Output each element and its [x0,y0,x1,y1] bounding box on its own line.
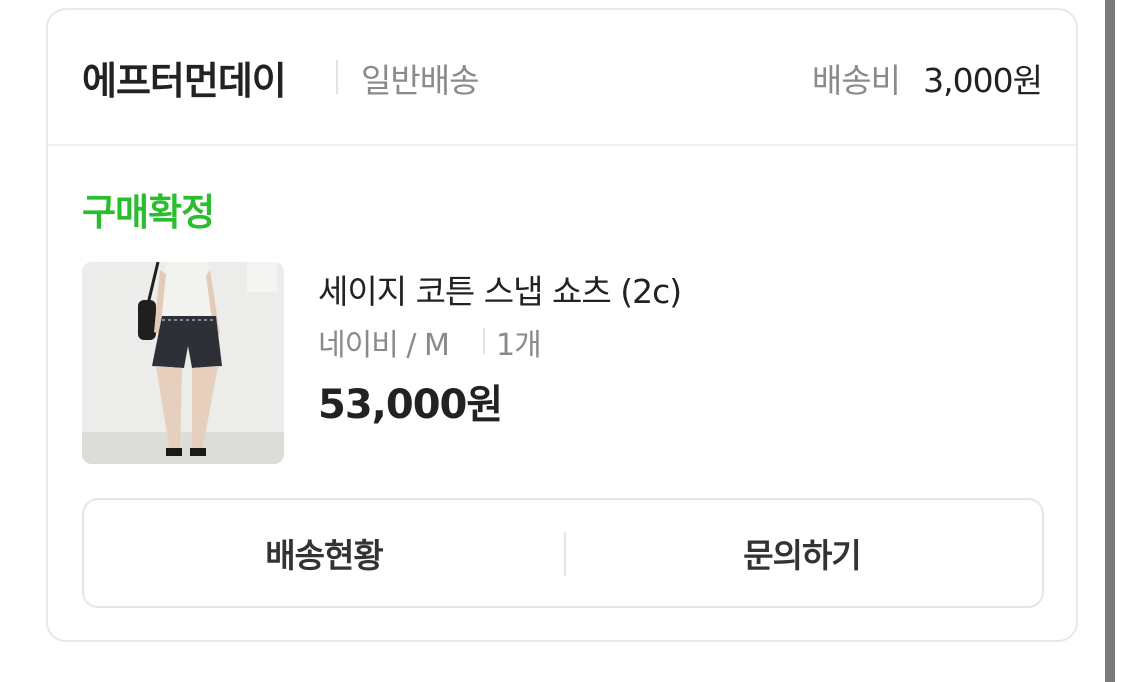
product-photo-image [82,262,284,464]
product-thumbnail[interactable] [82,262,284,464]
order-status: 구매확정 [82,191,215,234]
shipping-fee-value: 3,000원 [923,61,1043,100]
option-divider [483,328,485,354]
order-card: 에프터먼데이 일반배송 배송비 3,000원 구매확정 세이지 코튼 스냅 쇼츠… [46,8,1078,642]
scrollbar[interactable] [1105,0,1115,682]
seller-name[interactable]: 에프터먼데이 [82,50,287,105]
order-header: 에프터먼데이 일반배송 배송비 3,000원 [48,10,1076,146]
header-divider [336,60,338,94]
product-price: 53,000원 [318,382,503,428]
product-quantity: 1개 [496,328,542,363]
track-shipping-button[interactable]: 배송현황 [84,500,564,606]
product-option: 네이비 / M [318,328,450,363]
order-actions: 배송현황 문의하기 [82,498,1044,608]
shipping-fee-label: 배송비 [811,61,901,100]
inquiry-button[interactable]: 문의하기 [562,500,1042,606]
shipping-type: 일반배송 [361,61,479,100]
product-name[interactable]: 세이지 코튼 스냅 쇼츠 (2c) [318,265,682,313]
